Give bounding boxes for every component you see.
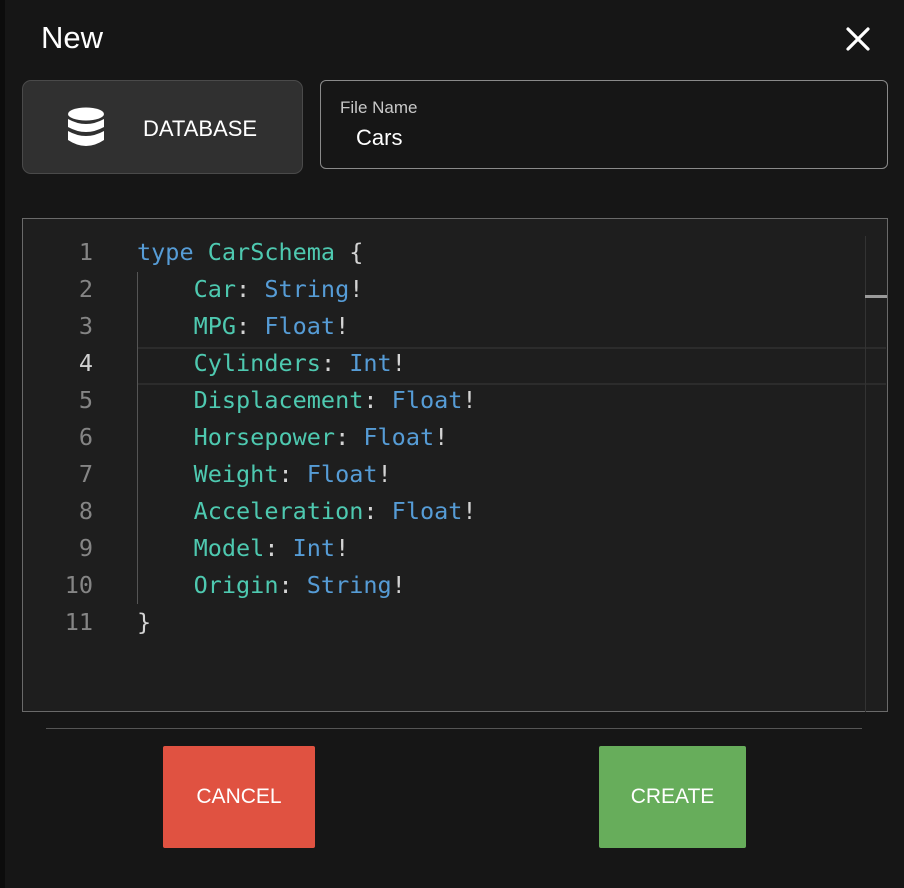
close-icon[interactable] bbox=[843, 24, 873, 54]
code-line: 11} bbox=[23, 604, 863, 641]
code-token: Acceleration bbox=[193, 497, 364, 525]
code-text: Model: Int! bbox=[137, 530, 350, 567]
backdrop-edge bbox=[0, 0, 5, 888]
code-text: Horsepower: Float! bbox=[137, 419, 449, 456]
code-token: Model bbox=[193, 534, 265, 562]
code-token: ! bbox=[462, 386, 477, 414]
code-text: } bbox=[137, 604, 151, 641]
code-token: Float bbox=[363, 423, 435, 451]
code-token: : bbox=[320, 349, 350, 377]
code-token: : bbox=[363, 497, 392, 525]
code-line: 6 Horsepower: Float! bbox=[23, 419, 863, 456]
line-number: 10 bbox=[64, 571, 93, 599]
line-number: 3 bbox=[78, 312, 93, 340]
code-token: Weight bbox=[193, 460, 279, 488]
code-token: : bbox=[363, 386, 392, 414]
code-token: ! bbox=[377, 460, 392, 488]
code-token: String bbox=[306, 571, 392, 599]
code-token: Int bbox=[349, 349, 392, 377]
code-text: Origin: String! bbox=[137, 567, 406, 604]
code-text: type CarSchema { bbox=[137, 234, 363, 271]
database-type-button[interactable]: DATABASE bbox=[22, 80, 303, 174]
code-token: ! bbox=[335, 312, 350, 340]
database-icon bbox=[67, 107, 105, 154]
code-line: 2 Car: String! bbox=[23, 271, 863, 308]
line-number: 1 bbox=[78, 238, 93, 266]
code-text: Car: String! bbox=[137, 271, 364, 308]
code-token: ! bbox=[391, 571, 406, 599]
code-line: 3 MPG: Float! bbox=[23, 308, 863, 345]
dialog-title: New bbox=[41, 20, 104, 55]
create-button[interactable]: CREATE bbox=[599, 746, 746, 848]
code-token: Horsepower bbox=[193, 423, 336, 451]
file-name-field[interactable]: File Name bbox=[320, 80, 888, 169]
code-token: { bbox=[335, 238, 364, 266]
code-token: } bbox=[137, 608, 152, 636]
code-token: Float bbox=[391, 497, 463, 525]
line-number: 5 bbox=[78, 386, 93, 414]
code-line: 1 type CarSchema { bbox=[23, 234, 863, 271]
code-token: CarSchema bbox=[207, 238, 336, 266]
code-token: type bbox=[137, 238, 208, 266]
code-token: Float bbox=[391, 386, 463, 414]
code-line: 9 Model: Int! bbox=[23, 530, 863, 567]
line-number: 2 bbox=[78, 275, 93, 303]
code-token: Car bbox=[193, 275, 237, 303]
code-token: ! bbox=[462, 497, 477, 525]
code-line: 8 Acceleration: Float! bbox=[23, 493, 863, 530]
code-token: : bbox=[278, 571, 307, 599]
code-token: ! bbox=[434, 423, 449, 451]
code-token: ! bbox=[335, 534, 350, 562]
code-text: MPG: Float! bbox=[137, 308, 350, 345]
code-token: : bbox=[236, 312, 265, 340]
code-text: Acceleration: Float! bbox=[137, 493, 477, 530]
code-text: Weight: Float! bbox=[137, 456, 392, 493]
file-name-input[interactable] bbox=[356, 125, 836, 151]
code-token: ! bbox=[349, 275, 364, 303]
line-number: 6 bbox=[78, 423, 93, 451]
line-number: 9 bbox=[78, 534, 93, 562]
code-token: Displacement bbox=[193, 386, 364, 414]
code-line: 10 Origin: String! bbox=[23, 567, 863, 604]
editor-scrollbar[interactable] bbox=[865, 236, 888, 712]
code-line: 5 Displacement: Float! bbox=[23, 382, 863, 419]
code-token: Origin bbox=[193, 571, 279, 599]
code-token: : bbox=[264, 534, 293, 562]
database-label: DATABASE bbox=[143, 116, 258, 141]
code-token: : bbox=[335, 423, 364, 451]
line-number: 7 bbox=[78, 460, 93, 488]
code-token: Int bbox=[292, 534, 336, 562]
code-token: MPG bbox=[193, 312, 237, 340]
file-name-label: File Name bbox=[340, 98, 418, 117]
code-token: : bbox=[278, 460, 307, 488]
line-number: 4 bbox=[78, 349, 93, 377]
line-number: 8 bbox=[78, 497, 93, 525]
code-text: Cylinders: Int! bbox=[137, 345, 406, 382]
code-token: Float bbox=[306, 460, 378, 488]
code-text: Displacement: Float! bbox=[137, 382, 477, 419]
code-line: 7 Weight: Float! bbox=[23, 456, 863, 493]
code-token: Float bbox=[264, 312, 336, 340]
code-line: 4 Cylinders: Int! bbox=[23, 345, 863, 382]
code-token: String bbox=[264, 275, 350, 303]
code-token: Cylinders bbox=[193, 349, 321, 377]
schema-code-editor[interactable]: 1 type CarSchema {2 Car: String! 3 MPG: Fl… bbox=[22, 218, 888, 712]
code-token: : bbox=[236, 275, 265, 303]
code-token: ! bbox=[391, 349, 406, 377]
scrollbar-thumb[interactable] bbox=[865, 295, 887, 298]
line-number: 11 bbox=[64, 608, 93, 636]
cancel-button[interactable]: CANCEL bbox=[163, 746, 315, 848]
divider bbox=[46, 728, 862, 729]
